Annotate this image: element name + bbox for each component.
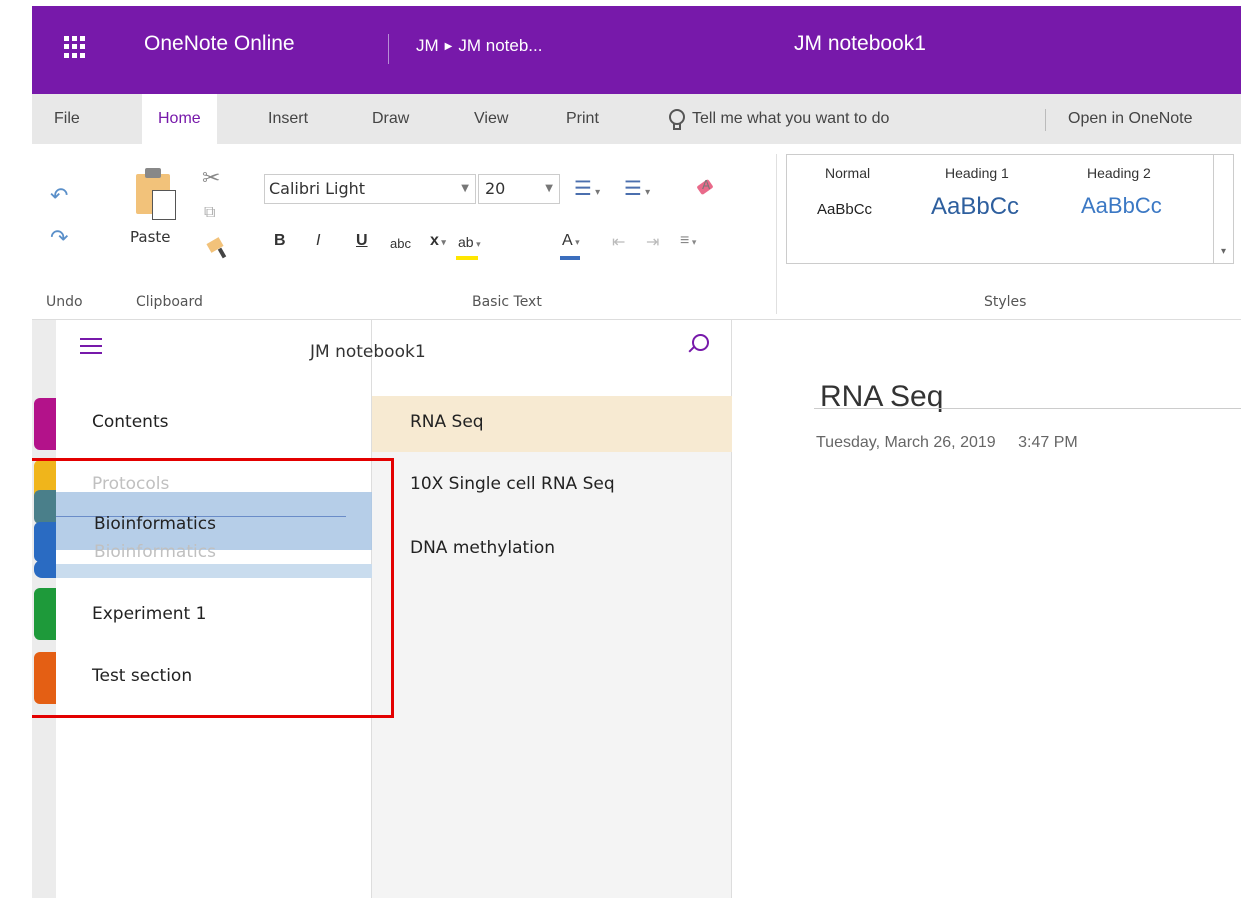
style-heading2-preview: AaBbCc bbox=[1081, 193, 1162, 218]
notebook-title: JM notebook1 bbox=[794, 32, 926, 55]
app-launcher-icon[interactable] bbox=[64, 36, 86, 58]
lightbulb-icon bbox=[668, 109, 685, 130]
page-date: Tuesday, March 26, 2019 bbox=[816, 434, 996, 451]
highlight-button[interactable]: ab ▾ bbox=[458, 234, 481, 250]
app-name[interactable]: OneNote Online bbox=[144, 32, 295, 56]
undo-icon[interactable]: ↶ bbox=[50, 184, 68, 209]
italic-button[interactable]: I bbox=[316, 232, 320, 250]
search-icon[interactable] bbox=[686, 334, 709, 356]
increase-indent-icon[interactable]: ⇥ bbox=[646, 232, 659, 252]
tab-view[interactable]: View bbox=[474, 94, 508, 144]
cut-icon[interactable]: ✂ bbox=[202, 166, 220, 191]
clipboard-clip bbox=[145, 168, 161, 178]
undo-group-label: Undo bbox=[46, 294, 83, 310]
page-date-time: Tuesday, March 26, 2019 3:47 PM bbox=[816, 434, 1078, 452]
page-label: RNA Seq bbox=[410, 412, 484, 432]
style-normal-preview: AaBbCc bbox=[817, 201, 873, 218]
styles-group-label: Styles bbox=[984, 294, 1027, 310]
style-heading1-preview: AaBbCc bbox=[931, 193, 1020, 220]
highlight-color-bar bbox=[456, 256, 478, 260]
tab-print[interactable]: Print bbox=[566, 94, 599, 144]
breadcrumb-notebook[interactable]: JM noteb... bbox=[458, 36, 542, 56]
font-color-bar bbox=[560, 256, 580, 260]
highlight-label: ab bbox=[458, 234, 474, 250]
style-normal[interactable]: Normal AaBbCc bbox=[817, 165, 872, 218]
highlight-annotation-box bbox=[32, 458, 394, 718]
paste-label: Paste bbox=[130, 228, 171, 246]
title-bar: OneNote Online JM ▶ JM noteb... JM noteb… bbox=[32, 6, 1241, 94]
ribbon-separator bbox=[776, 154, 777, 314]
style-heading2-name: Heading 2 bbox=[1087, 165, 1151, 181]
strikethrough-button[interactable]: abc bbox=[390, 236, 411, 251]
font-name-select[interactable]: Calibri Light ▼ bbox=[264, 174, 476, 204]
underline-button[interactable]: U bbox=[356, 232, 368, 250]
chevron-down-icon: ▼ bbox=[545, 183, 553, 194]
nav-notebook-title: JM notebook1 bbox=[310, 342, 426, 362]
tab-file[interactable]: File bbox=[54, 94, 80, 144]
paste-sheet bbox=[152, 190, 176, 220]
bold-button[interactable]: B bbox=[274, 232, 286, 250]
onenote-window: OneNote Online JM ▶ JM noteb... JM noteb… bbox=[32, 6, 1241, 898]
page-list: RNA Seq 10X Single cell RNA Seq DNA meth… bbox=[372, 396, 732, 898]
tab-draw[interactable]: Draw bbox=[372, 94, 409, 144]
page-item[interactable]: 10X Single cell RNA Seq bbox=[372, 458, 732, 514]
subscript-button[interactable]: x ▾ bbox=[430, 232, 446, 250]
subscript-label: x bbox=[430, 232, 439, 249]
copy-icon[interactable]: ⧉ bbox=[204, 202, 215, 222]
style-heading2[interactable]: Heading 2 AaBbCc bbox=[1081, 165, 1162, 219]
section-color-tab bbox=[34, 398, 56, 450]
page-label: DNA methylation bbox=[410, 538, 556, 558]
clipboard-group-label: Clipboard bbox=[136, 294, 203, 310]
title-separator bbox=[388, 34, 389, 64]
title-underline bbox=[814, 408, 1241, 409]
style-heading1[interactable]: Heading 1 AaBbCc bbox=[931, 165, 1019, 221]
tab-separator bbox=[1045, 109, 1046, 131]
styles-more-button[interactable]: ▾ bbox=[1214, 154, 1234, 264]
section-label: Contents bbox=[92, 412, 169, 432]
decrease-indent-icon[interactable]: ⇤ bbox=[612, 232, 625, 252]
format-painter-icon[interactable] bbox=[206, 234, 228, 256]
font-size-value: 20 bbox=[485, 179, 506, 198]
align-icon[interactable]: ≡ ▾ bbox=[680, 232, 696, 250]
page-label: 10X Single cell RNA Seq bbox=[410, 474, 615, 494]
open-in-onenote-button[interactable]: Open in OneNote bbox=[1068, 94, 1193, 144]
numbered-list-icon[interactable]: ☰ ▾ bbox=[624, 176, 650, 200]
breadcrumb: JM ▶ JM noteb... bbox=[416, 36, 542, 56]
page-time: 3:47 PM bbox=[1018, 434, 1078, 451]
page-item[interactable]: RNA Seq bbox=[372, 396, 732, 452]
clear-formatting-icon[interactable] bbox=[696, 178, 718, 198]
style-normal-name: Normal bbox=[825, 165, 871, 181]
bullet-list-icon[interactable]: ☰ ▾ bbox=[574, 176, 600, 200]
font-color-label: A bbox=[562, 232, 573, 249]
style-heading1-name: Heading 1 bbox=[945, 165, 1009, 181]
breadcrumb-root[interactable]: JM bbox=[416, 36, 439, 56]
section-item[interactable]: Contents bbox=[56, 394, 372, 454]
paste-button[interactable]: Paste bbox=[128, 166, 188, 254]
font-color-button[interactable]: A ▾ bbox=[562, 232, 580, 250]
redo-icon[interactable]: ↷ bbox=[50, 226, 68, 251]
tab-home[interactable]: Home bbox=[142, 94, 217, 144]
tell-me-box[interactable]: Tell me what you want to do bbox=[668, 94, 889, 144]
pages-header bbox=[372, 320, 732, 396]
hamburger-menu-icon[interactable] bbox=[80, 338, 102, 354]
chevron-down-icon: ▼ bbox=[461, 183, 469, 194]
ribbon: ↶ ↷ Paste ✂ ⧉ Calibri Light ▼ 20 ▼ ☰ ▾ ☰… bbox=[32, 144, 1241, 320]
styles-gallery: Normal AaBbCc Heading 1 AaBbCc Heading 2… bbox=[786, 154, 1214, 264]
chevron-right-icon: ▶ bbox=[444, 40, 453, 52]
navigation-pane: RNA Seq 10X Single cell RNA Seq DNA meth… bbox=[32, 320, 732, 898]
ribbon-tabs: File Home Insert Draw View Print Tell me… bbox=[32, 94, 1241, 144]
page-item[interactable]: DNA methylation bbox=[372, 522, 732, 578]
basic-text-group-label: Basic Text bbox=[472, 294, 542, 310]
font-size-select[interactable]: 20 ▼ bbox=[478, 174, 560, 204]
font-name-value: Calibri Light bbox=[269, 179, 366, 198]
tell-me-text: Tell me what you want to do bbox=[692, 110, 890, 127]
tab-insert[interactable]: Insert bbox=[268, 94, 308, 144]
